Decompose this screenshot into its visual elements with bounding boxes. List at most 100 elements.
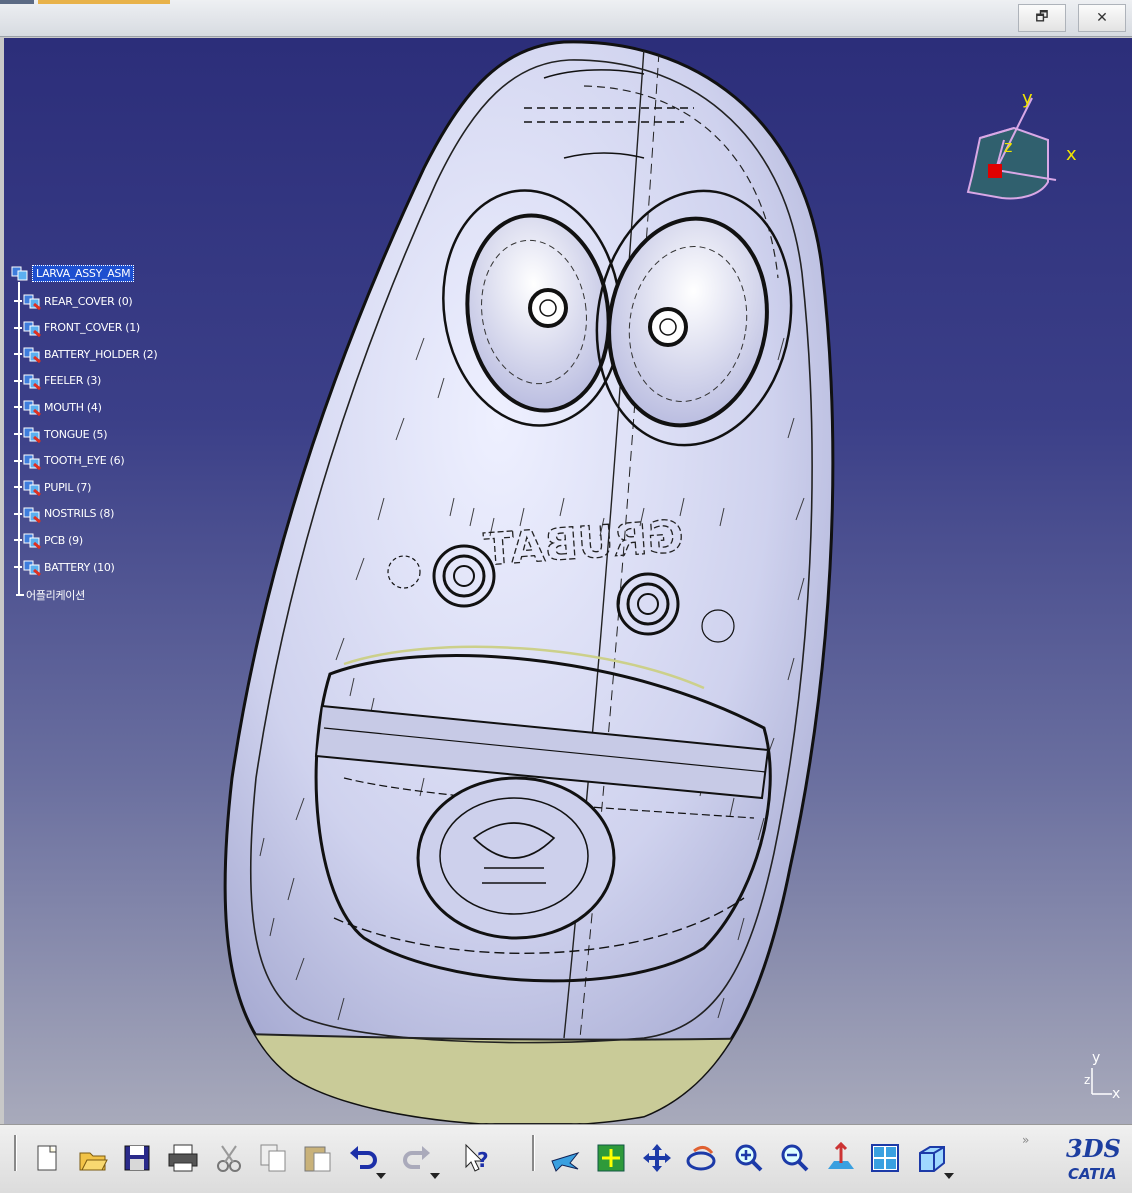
ds-mark: 3DS xyxy=(1066,1134,1121,1163)
cut-button[interactable] xyxy=(212,1141,246,1175)
new-button[interactable] xyxy=(30,1141,64,1175)
tree-connector xyxy=(14,326,22,329)
tree-node-label: FEELER (3) xyxy=(44,374,102,388)
compass-origin-handle[interactable] xyxy=(988,164,1002,178)
compass-y-label: y xyxy=(1022,88,1033,109)
tree-connector xyxy=(14,379,22,382)
iso-view-button[interactable] xyxy=(914,1141,948,1175)
pan-icon xyxy=(643,1144,671,1172)
catia-wordmark: CATIA xyxy=(1068,1165,1117,1183)
tree-node[interactable]: BATTERY_HOLDER (2) xyxy=(14,343,158,365)
whats-this-button[interactable]: ? xyxy=(460,1141,494,1175)
tree-node-label: TONGUE (5) xyxy=(44,427,108,441)
part-icon xyxy=(22,478,42,497)
tree-connector xyxy=(14,566,22,568)
save-button[interactable] xyxy=(120,1141,154,1175)
tab-icon xyxy=(0,0,34,4)
tree-node-label: FRONT_COVER (1) xyxy=(44,321,140,335)
tree-node[interactable]: PUPIL (7) xyxy=(14,476,91,498)
tree-node-label: TOOTH_EYE (6) xyxy=(44,454,125,468)
tree-root-label[interactable]: LARVA_ASSY_ASM xyxy=(32,264,135,282)
part-icon xyxy=(22,558,42,577)
window-titlebar: 🗗 ✕ xyxy=(0,0,1132,37)
close-button[interactable]: ✕ xyxy=(1078,4,1126,32)
part-icon xyxy=(22,372,42,390)
tree-node[interactable]: BATTERY (10) xyxy=(14,556,115,578)
tree-node-label: MOUTH (4) xyxy=(44,400,102,414)
tree-applications-node[interactable]: 어플리케이션 xyxy=(16,584,85,606)
product-icon xyxy=(10,264,30,282)
catia-logo: 3DS CATIA xyxy=(1066,1134,1121,1183)
mini-axis-y: y xyxy=(1092,1050,1100,1066)
open-icon xyxy=(79,1152,108,1171)
dropdown-arrow-icon[interactable] xyxy=(376,1173,386,1179)
dropdown-arrow-icon[interactable] xyxy=(944,1173,954,1179)
multi-view-icon xyxy=(871,1144,899,1172)
standard-toolbar: » 3DS CATIA ? xyxy=(0,1124,1132,1193)
compass-z-label: z xyxy=(1004,137,1012,156)
tree-node-label: BATTERY (10) xyxy=(44,560,115,574)
tree-node[interactable]: TONGUE (5) xyxy=(14,423,108,445)
model-body xyxy=(223,40,835,1124)
new-icon xyxy=(37,1145,57,1171)
dropdown-arrow-icon[interactable] xyxy=(430,1173,440,1179)
toolbar-overflow-icon[interactable]: » xyxy=(1022,1133,1029,1147)
print-button[interactable] xyxy=(166,1141,200,1175)
undo-icon xyxy=(350,1146,377,1169)
open-button[interactable] xyxy=(76,1141,110,1175)
zoom-out-button[interactable] xyxy=(778,1141,812,1175)
part-icon xyxy=(22,425,42,444)
tree-node[interactable]: TOOTH_EYE (6) xyxy=(14,450,125,472)
part-icon xyxy=(22,292,42,311)
tree-connector xyxy=(14,459,22,462)
tree-node-label: PUPIL (7) xyxy=(44,480,92,494)
whats-this-icon: ? xyxy=(465,1143,489,1172)
part-icon xyxy=(22,398,42,417)
part-icon xyxy=(22,452,42,470)
save-icon xyxy=(124,1145,150,1171)
print-icon xyxy=(168,1144,198,1172)
part-icon xyxy=(22,319,42,337)
fly-mode-icon xyxy=(551,1152,580,1172)
restore-button[interactable]: 🗗 xyxy=(1018,4,1066,32)
rotate-icon xyxy=(686,1146,716,1171)
tree-root-node[interactable]: LARVA_ASSY_ASM xyxy=(10,262,135,284)
document-tab[interactable] xyxy=(0,0,170,4)
part-icon xyxy=(22,505,42,523)
tree-connector xyxy=(14,406,22,409)
redo-button[interactable] xyxy=(400,1141,434,1175)
fit-all-button[interactable] xyxy=(594,1141,628,1175)
compass-x-label: x xyxy=(1066,144,1077,165)
svg-text:?: ? xyxy=(477,1148,489,1172)
undo-button[interactable] xyxy=(346,1141,380,1175)
tree-node-label: REAR_COVER (0) xyxy=(44,294,133,308)
model-base xyxy=(243,1032,785,1124)
normal-view-icon xyxy=(828,1141,854,1169)
fly-mode-button[interactable] xyxy=(548,1141,582,1175)
copy-button[interactable] xyxy=(256,1141,290,1175)
pan-button[interactable] xyxy=(640,1141,674,1175)
view-compass[interactable]: y x z xyxy=(944,88,1094,258)
tree-node[interactable]: MOUTH (4) xyxy=(14,396,102,418)
mini-axis-x: x xyxy=(1112,1086,1120,1102)
multi-view-button[interactable] xyxy=(868,1141,902,1175)
rotate-button[interactable] xyxy=(684,1141,718,1175)
redo-icon xyxy=(403,1146,430,1169)
tab-highlight xyxy=(38,0,170,4)
restore-icon: 🗗 xyxy=(1035,9,1049,25)
tree-node[interactable]: REAR_COVER (0) xyxy=(14,290,133,312)
tree-node[interactable]: PCB (9) xyxy=(14,529,83,551)
normal-view-button[interactable] xyxy=(824,1141,858,1175)
zoom-in-button[interactable] xyxy=(732,1141,766,1175)
3d-viewport[interactable]: GRUBAT y x z y z x LARVA_ASSY_ASM REAR_C… xyxy=(4,38,1132,1124)
tree-node[interactable]: FEELER (3) xyxy=(14,370,101,392)
paste-button[interactable] xyxy=(300,1141,334,1175)
mini-axis-triad: y z x xyxy=(1084,1050,1120,1102)
tree-connector xyxy=(14,433,22,435)
tree-node[interactable]: FRONT_COVER (1) xyxy=(14,317,140,339)
tree-node[interactable]: NOSTRILS (8) xyxy=(14,503,114,525)
zoom-in-icon xyxy=(735,1144,763,1172)
fit-all-icon xyxy=(597,1144,625,1172)
toolbar-separator xyxy=(14,1135,17,1171)
toolbar-separator xyxy=(532,1135,535,1171)
